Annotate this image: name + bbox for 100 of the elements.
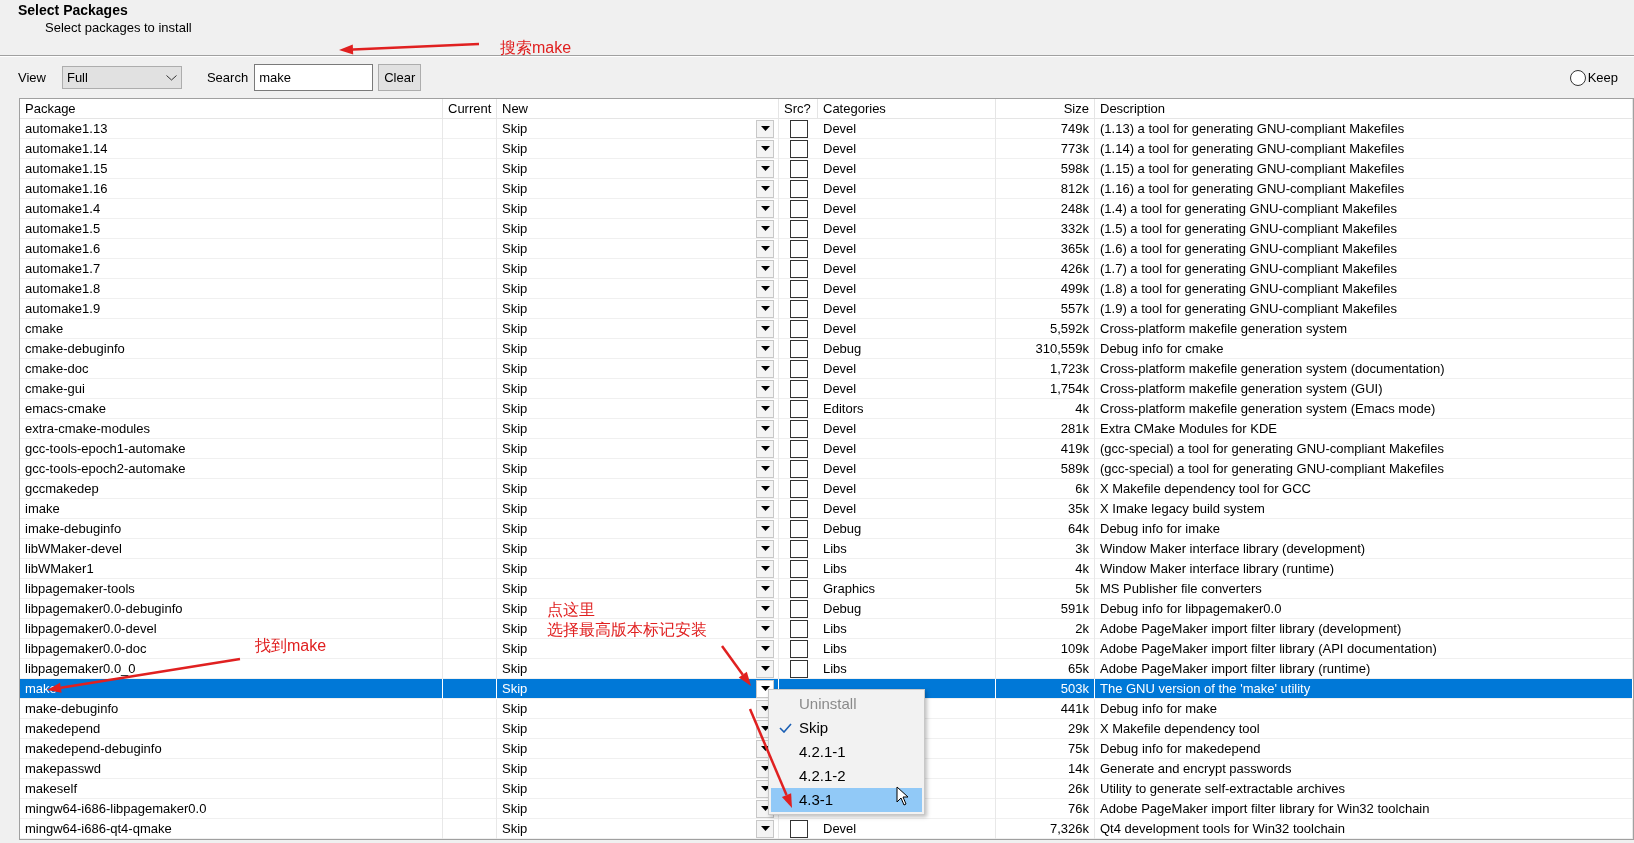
package-name[interactable]: makedepend-debuginfo — [25, 741, 162, 756]
column-header[interactable]: Src? — [779, 99, 818, 119]
src-checkbox[interactable] — [789, 259, 808, 278]
dropdown-arrow-button[interactable] — [756, 419, 774, 438]
src-checkbox[interactable] — [789, 199, 808, 218]
view-select[interactable]: Full — [61, 66, 182, 89]
src-checkbox[interactable] — [789, 179, 808, 198]
dropdown-arrow-button[interactable] — [756, 199, 774, 218]
dropdown-arrow-button[interactable] — [756, 439, 774, 458]
dropdown-arrow-button[interactable] — [756, 219, 774, 238]
package-name[interactable]: automake1.16 — [25, 181, 108, 196]
dropdown-arrow-button[interactable] — [756, 619, 774, 638]
dropdown-arrow-button[interactable] — [756, 319, 774, 338]
src-checkbox[interactable] — [789, 119, 808, 138]
dropdown-arrow-button[interactable] — [756, 519, 774, 538]
column-header[interactable]: Current — [443, 99, 497, 119]
column-header[interactable]: Package — [20, 99, 443, 119]
package-name[interactable]: automake1.6 — [25, 241, 101, 256]
package-name[interactable]: imake — [25, 501, 60, 516]
package-name[interactable]: makepasswd — [25, 761, 101, 776]
src-checkbox[interactable] — [789, 819, 808, 838]
dropdown-arrow-button[interactable] — [756, 539, 774, 558]
clear-button[interactable]: Clear — [378, 64, 422, 91]
package-name[interactable]: extra-cmake-modules — [25, 421, 150, 436]
package-name[interactable]: make-debuginfo — [25, 701, 119, 716]
package-name[interactable]: makedepend — [25, 721, 101, 736]
dropdown-arrow-button[interactable] — [756, 559, 774, 578]
src-checkbox[interactable] — [789, 579, 808, 598]
package-name[interactable]: libpagemaker-tools — [25, 581, 135, 596]
dropdown-arrow-button[interactable] — [756, 139, 774, 158]
package-name[interactable]: gcc-tools-epoch2-automake — [25, 461, 186, 476]
dropdown-arrow-button[interactable] — [756, 259, 774, 278]
package-name[interactable]: automake1.9 — [25, 301, 101, 316]
src-checkbox[interactable] — [789, 219, 808, 238]
src-checkbox[interactable] — [789, 139, 808, 158]
package-name[interactable]: automake1.8 — [25, 281, 101, 296]
src-checkbox[interactable] — [789, 479, 808, 498]
src-checkbox[interactable] — [789, 599, 808, 618]
src-checkbox[interactable] — [789, 379, 808, 398]
package-name[interactable]: automake1.13 — [25, 121, 108, 136]
src-checkbox[interactable] — [789, 279, 808, 298]
src-checkbox[interactable] — [789, 519, 808, 538]
package-name[interactable]: imake-debuginfo — [25, 521, 122, 536]
package-name[interactable]: makeself — [25, 781, 78, 796]
version-menu-item[interactable]: 4.2.1-1 — [771, 740, 922, 764]
src-checkbox[interactable] — [789, 539, 808, 558]
package-name[interactable]: libpagemaker0.0_0 — [25, 661, 136, 676]
column-header[interactable]: Categories — [818, 99, 996, 119]
src-checkbox[interactable] — [789, 499, 808, 518]
dropdown-arrow-button[interactable] — [756, 659, 774, 678]
dropdown-arrow-button[interactable] — [756, 479, 774, 498]
dropdown-arrow-button[interactable] — [756, 339, 774, 358]
src-checkbox[interactable] — [789, 419, 808, 438]
dropdown-arrow-button[interactable] — [756, 579, 774, 598]
dropdown-arrow-button[interactable] — [756, 819, 774, 838]
package-name[interactable]: cmake-doc — [25, 361, 89, 376]
package-name[interactable]: automake1.5 — [25, 221, 101, 236]
dropdown-arrow-button[interactable] — [756, 399, 774, 418]
package-name[interactable]: cmake-debuginfo — [25, 341, 125, 356]
column-header[interactable]: New — [497, 99, 779, 119]
dropdown-arrow-button[interactable] — [756, 359, 774, 378]
dropdown-arrow-button[interactable] — [756, 179, 774, 198]
package-name[interactable]: cmake — [25, 321, 64, 336]
keep-radio[interactable] — [1569, 69, 1586, 86]
src-checkbox[interactable] — [789, 559, 808, 578]
dropdown-arrow-button[interactable] — [756, 459, 774, 478]
src-checkbox[interactable] — [789, 639, 808, 658]
package-name[interactable]: automake1.14 — [25, 141, 108, 156]
src-checkbox[interactable] — [789, 339, 808, 358]
package-name[interactable]: gcc-tools-epoch1-automake — [25, 441, 186, 456]
version-menu-item[interactable]: Skip — [771, 716, 922, 740]
src-checkbox[interactable] — [789, 399, 808, 418]
src-checkbox[interactable] — [789, 239, 808, 258]
package-name[interactable]: libpagemaker0.0-devel — [25, 621, 157, 636]
dropdown-arrow-button[interactable] — [756, 299, 774, 318]
package-name[interactable]: automake1.7 — [25, 261, 101, 276]
package-name[interactable]: automake1.15 — [25, 161, 108, 176]
package-name[interactable]: libpagemaker0.0-doc — [25, 641, 147, 656]
dropdown-arrow-button[interactable] — [756, 159, 774, 178]
package-name[interactable]: mingw64-i686-libpagemaker0.0 — [25, 801, 207, 816]
dropdown-arrow-button[interactable] — [756, 119, 774, 138]
dropdown-arrow-button[interactable] — [756, 499, 774, 518]
src-checkbox[interactable] — [789, 359, 808, 378]
src-checkbox[interactable] — [789, 439, 808, 458]
src-checkbox[interactable] — [789, 159, 808, 178]
src-checkbox[interactable] — [789, 659, 808, 678]
version-menu-item[interactable]: 4.2.1-2 — [771, 764, 922, 788]
dropdown-arrow-button[interactable] — [756, 379, 774, 398]
package-name[interactable]: gccmakedep — [25, 481, 99, 496]
package-name[interactable]: automake1.4 — [25, 201, 101, 216]
package-name[interactable]: libWMaker1 — [25, 561, 94, 576]
column-header[interactable]: Size — [996, 99, 1095, 119]
dropdown-arrow-button[interactable] — [756, 599, 774, 618]
dropdown-arrow-button[interactable] — [756, 239, 774, 258]
package-name[interactable]: mingw64-i686-qt4-qmake — [25, 821, 172, 836]
version-menu-item[interactable]: 4.3-1 — [771, 788, 922, 812]
package-name[interactable]: emacs-cmake — [25, 401, 106, 416]
package-name[interactable]: libpagemaker0.0-debuginfo — [25, 601, 183, 616]
column-header[interactable]: Description — [1095, 99, 1633, 119]
src-checkbox[interactable] — [789, 319, 808, 338]
